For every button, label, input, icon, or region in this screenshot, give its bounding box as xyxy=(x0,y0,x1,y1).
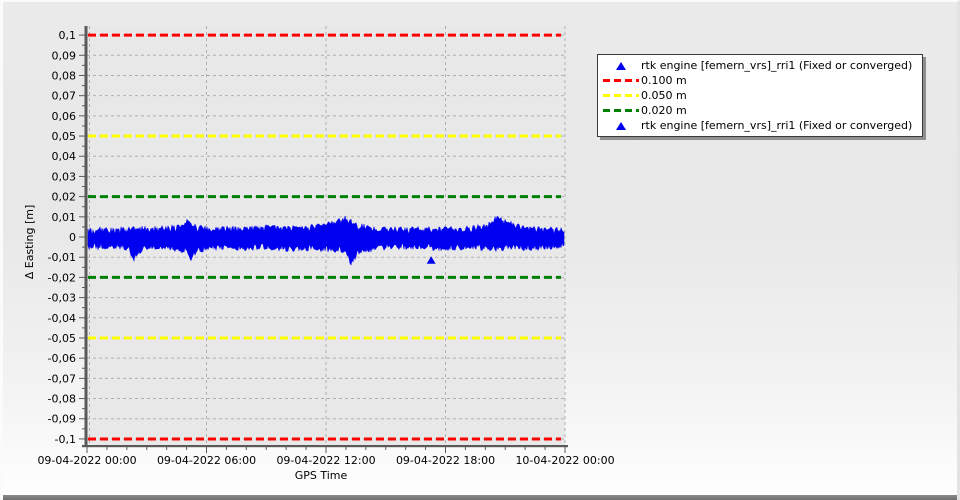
x-tick-label: 09-04-2022 06:00 xyxy=(157,454,256,467)
legend-item-label: rtk engine [femern_vrs]_rri1 (Fixed or c… xyxy=(641,59,913,72)
legend-box: rtk engine [femern_vrs]_rri1 (Fixed or c… xyxy=(597,54,924,137)
y-tick-label: -0,03 xyxy=(48,292,76,305)
y-tick-label: -0,09 xyxy=(48,413,76,426)
y-axis-spine xyxy=(84,26,88,447)
y-tick-label: 0,07 xyxy=(52,90,77,103)
y-tick-label: 0,09 xyxy=(52,49,77,62)
legend-item-label: rtk engine [femern_vrs]_rri1 (Fixed or c… xyxy=(641,119,913,132)
legend-dashed-line-icon xyxy=(601,79,641,82)
dashed-line-icon xyxy=(603,94,639,97)
y-tick-label: -0,06 xyxy=(48,352,76,365)
y-tick-label: 0,02 xyxy=(52,191,77,204)
legend-item-label: 0.100 m xyxy=(641,74,687,87)
legend-triangle-marker-icon xyxy=(601,61,641,70)
y-tick-label: -0,01 xyxy=(48,251,76,264)
y-tick-label: 0,01 xyxy=(52,211,77,224)
triangle-marker-icon xyxy=(616,61,626,70)
dashed-line-icon xyxy=(603,109,639,112)
legend-item: rtk engine [femern_vrs]_rri1 (Fixed or c… xyxy=(601,58,912,73)
y-axis-title: Δ Easting [m] xyxy=(23,205,36,280)
triangle-marker-icon xyxy=(616,121,626,130)
legend-item: 0.100 m xyxy=(601,73,912,88)
x-axis-title: GPS Time xyxy=(295,469,348,482)
legend-item: rtk engine [femern_vrs]_rri1 (Fixed or c… xyxy=(601,118,912,133)
legend-item-label: 0.050 m xyxy=(641,89,687,102)
window-bottom-edge xyxy=(3,495,957,500)
legend-item-label: 0.020 m xyxy=(641,104,687,117)
x-axis-spine xyxy=(82,445,568,448)
y-tick-label: 0 xyxy=(69,231,76,244)
x-tick-label: 10-04-2022 00:00 xyxy=(515,454,614,467)
legend-item: 0.050 m xyxy=(601,88,912,103)
y-tick-label: -0,02 xyxy=(48,271,76,284)
y-tick-label: 0,1 xyxy=(59,29,77,42)
legend-item: 0.020 m xyxy=(601,103,912,118)
legend-dashed-line-icon xyxy=(601,94,641,97)
y-tick-label: -0,1 xyxy=(55,433,76,446)
y-tick-label: -0,07 xyxy=(48,372,76,385)
y-tick-label: 0,03 xyxy=(52,170,77,183)
x-tick-label: 09-04-2022 12:00 xyxy=(276,454,375,467)
dashed-line-icon xyxy=(603,79,639,82)
y-tick-label: -0,08 xyxy=(48,393,76,406)
legend-dashed-line-icon xyxy=(601,109,641,112)
chart-panel: 0,1 0,09 0,08 0,07 0,06 0,05 0,04 0,03 0,02 0,01 0… xyxy=(0,0,960,500)
y-tick-label: -0,04 xyxy=(48,312,76,325)
y-tick-label: -0,05 xyxy=(48,332,76,345)
y-tick-label: 0,04 xyxy=(52,150,77,163)
y-tick-label: 0,08 xyxy=(52,69,77,82)
legend-triangle-marker-icon xyxy=(601,121,641,130)
y-tick-label: 0,05 xyxy=(52,130,77,143)
x-tick-label: 09-04-2022 18:00 xyxy=(396,454,495,467)
x-tick-label: 09-04-2022 00:00 xyxy=(37,454,136,467)
y-tick-label: 0,06 xyxy=(52,110,77,123)
